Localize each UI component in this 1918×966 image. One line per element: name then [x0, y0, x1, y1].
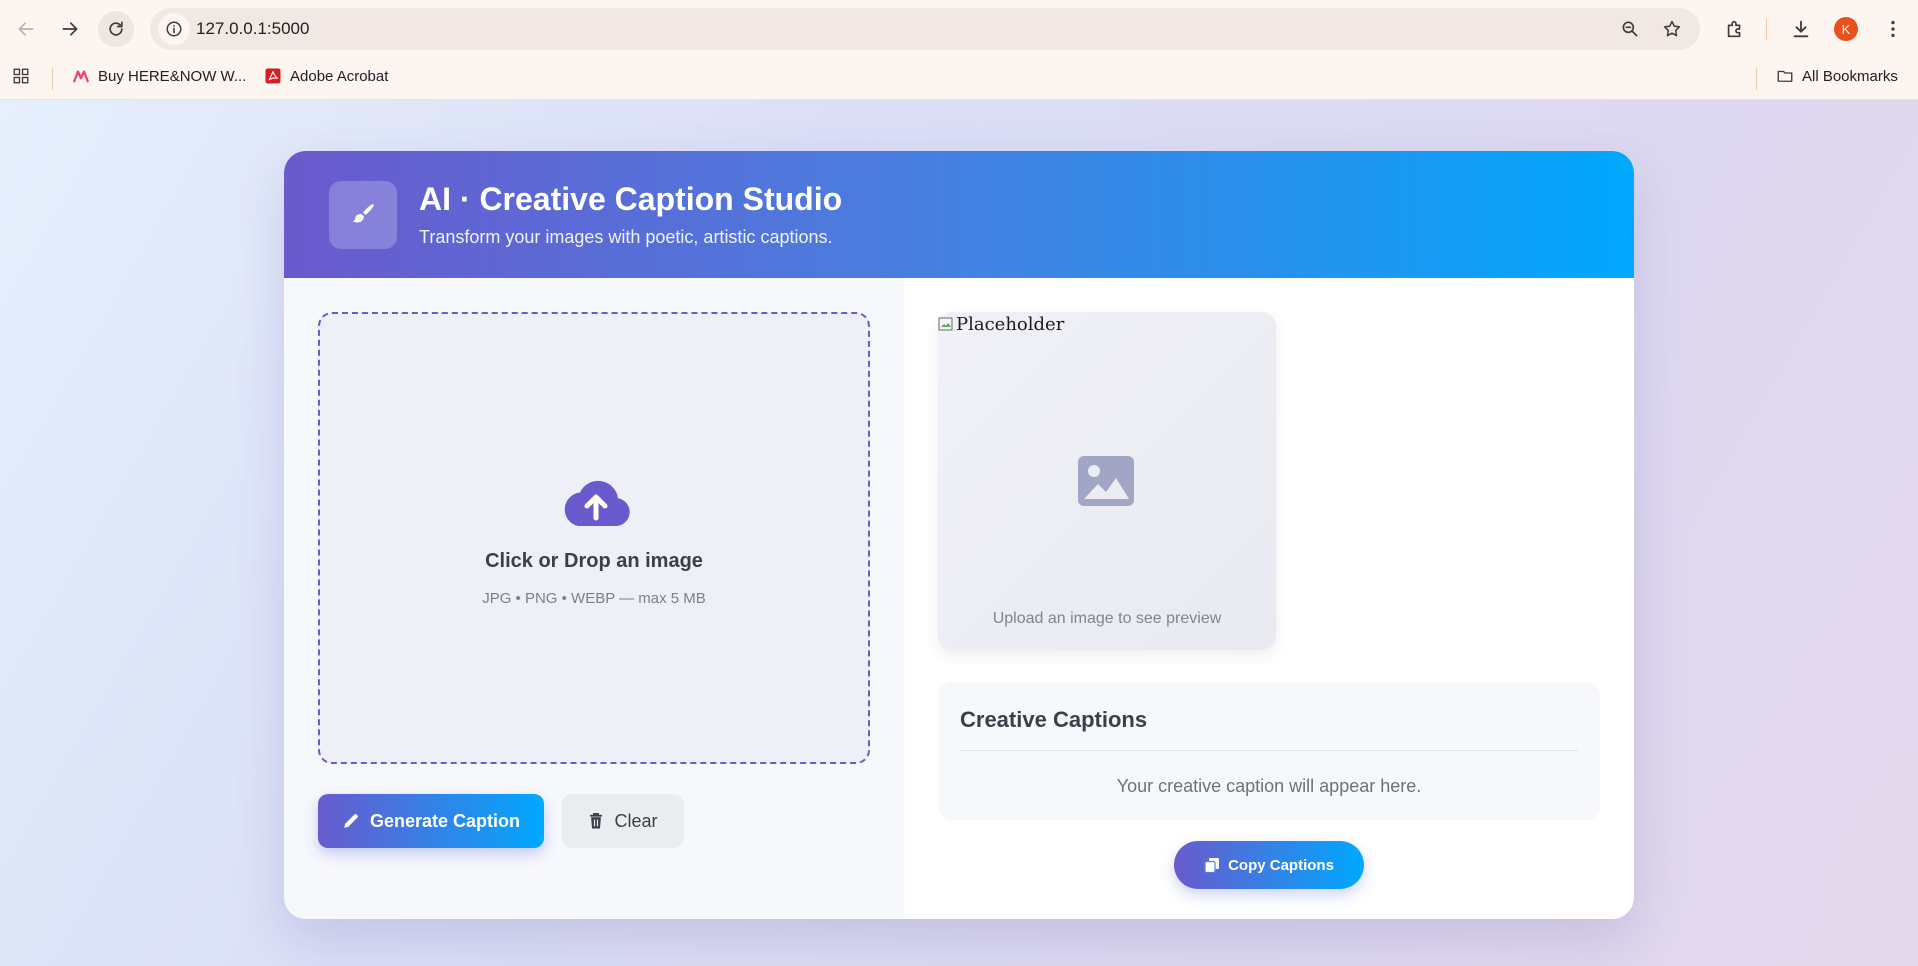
- all-bookmarks-label: All Bookmarks: [1802, 67, 1898, 85]
- app-logo: [329, 181, 397, 249]
- preview-hint: Upload an image to see preview: [992, 610, 1222, 627]
- card-header: AI · Creative Caption Studio Transform y…: [284, 151, 1634, 278]
- dropzone-hint: JPG • PNG • WEBP — max 5 MB: [482, 590, 706, 607]
- trash-icon: [590, 813, 603, 829]
- image-icon: [1078, 456, 1134, 506]
- pencil-icon: [344, 814, 358, 828]
- caption-output: Your creative caption will appear here.: [1116, 776, 1422, 796]
- info-icon: [166, 21, 182, 37]
- bookmarks-bar: Buy HERE&NOW W... Adobe Acrobat All Book…: [0, 57, 1918, 100]
- forward-button[interactable]: [52, 11, 88, 47]
- acrobat-icon: [265, 68, 281, 84]
- address-bar[interactable]: 127.0.0.1:5000: [150, 8, 1700, 50]
- apps-grid-icon: [13, 68, 29, 84]
- bookmark-item[interactable]: Adobe Acrobat: [264, 67, 388, 85]
- arrow-left-icon: [18, 22, 34, 36]
- bookmark-item[interactable]: Buy HERE&NOW W...: [72, 67, 246, 85]
- arrow-right-icon: [62, 22, 78, 36]
- profile-avatar[interactable]: K: [1834, 17, 1858, 41]
- download-icon[interactable]: [1790, 18, 1812, 40]
- clear-label: Clear: [614, 810, 658, 831]
- broken-image: Placeholder: [938, 312, 1064, 335]
- apps-button[interactable]: [12, 67, 38, 85]
- dropzone-title: Click or Drop an image: [485, 550, 703, 572]
- generate-caption-button[interactable]: Generate Caption: [318, 794, 544, 848]
- image-preview: Placeholder Upload an image to see previ…: [938, 312, 1276, 650]
- folder-icon: [1777, 70, 1793, 82]
- myntra-icon: [73, 70, 89, 83]
- copy-captions-button[interactable]: Copy Captions: [1174, 841, 1364, 889]
- copy-icon: [1204, 858, 1220, 873]
- upload-pane: Click or Drop an image JPG • PNG • WEBP …: [284, 278, 904, 919]
- broken-image-icon: [938, 317, 953, 331]
- image-dropzone[interactable]: Click or Drop an image JPG • PNG • WEBP …: [318, 312, 870, 764]
- generate-caption-label: Generate Caption: [369, 810, 521, 831]
- bookmarks-divider: [1756, 68, 1757, 90]
- page-title: AI · Creative Caption Studio: [419, 181, 843, 217]
- back-button[interactable]: [8, 11, 44, 47]
- all-bookmarks-button[interactable]: All Bookmarks: [1776, 67, 1898, 85]
- more-menu-icon[interactable]: [1882, 18, 1904, 40]
- bookmarks-divider: [52, 68, 53, 90]
- reload-icon: [109, 21, 123, 36]
- clear-button[interactable]: Clear: [562, 794, 684, 848]
- zoom-icon[interactable]: [1620, 19, 1640, 39]
- paintbrush-icon: [353, 204, 374, 223]
- star-icon[interactable]: [1662, 19, 1682, 39]
- studio-card: AI · Creative Caption Studio Transform y…: [284, 151, 1634, 919]
- page-background: AI · Creative Caption Studio Transform y…: [0, 100, 1918, 966]
- bookmark-label: Buy HERE&NOW W...: [98, 67, 247, 85]
- preview-pane: Placeholder Upload an image to see previ…: [904, 278, 1634, 919]
- cloud-upload-icon: [564, 480, 630, 526]
- reload-button[interactable]: [98, 11, 134, 47]
- browser-toolbar: 127.0.0.1:5000 K: [0, 0, 1918, 57]
- page-subtitle: Transform your images with poetic, artis…: [419, 227, 833, 247]
- site-info-button[interactable]: [158, 13, 190, 45]
- url-text[interactable]: 127.0.0.1:5000: [196, 19, 309, 39]
- bookmark-label: Adobe Acrobat: [290, 67, 389, 85]
- extensions-icon[interactable]: [1724, 18, 1746, 40]
- toolbar-divider: [1766, 18, 1767, 40]
- image-alt-text: Placeholder: [956, 314, 1065, 335]
- captions-heading: Creative Captions: [960, 707, 1148, 732]
- captions-panel: Creative Captions Your creative caption …: [938, 682, 1600, 820]
- captions-divider: [960, 750, 1578, 751]
- copy-captions-label: Copy Captions: [1228, 856, 1334, 874]
